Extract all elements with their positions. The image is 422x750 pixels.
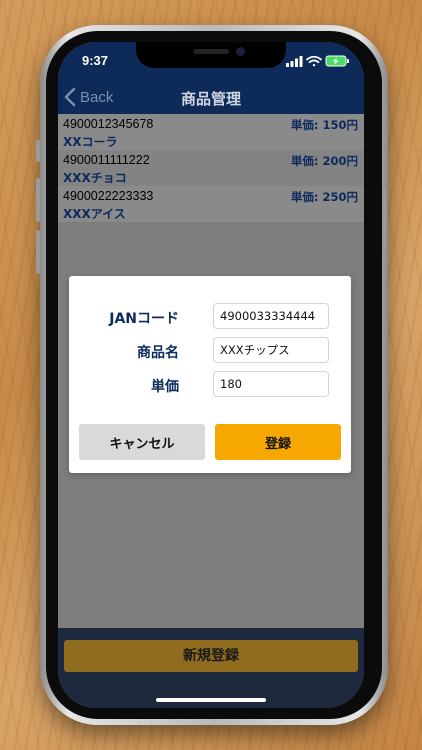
unit-price-input[interactable] bbox=[213, 371, 329, 397]
list-item[interactable]: 4900022223333 XXXアイス 単価: 250円 bbox=[58, 186, 364, 222]
unit-price-label: 単価 bbox=[151, 379, 179, 395]
navigation-bar: Back 商品管理 bbox=[58, 80, 364, 114]
power-button bbox=[382, 188, 386, 252]
product-entry-dialog: JANコード 商品名 単価 キャンセル 登録 bbox=[69, 276, 351, 473]
product-jan: 4900022223333 bbox=[63, 189, 154, 203]
status-icons bbox=[286, 53, 350, 67]
product-jan: 4900011111222 bbox=[63, 153, 150, 167]
wifi-icon bbox=[306, 55, 322, 67]
product-price: 単価: 200円 bbox=[290, 154, 358, 168]
app-screen: 9:37 Back 商品管理 4900012345678 XXコーラ 単価: 1… bbox=[58, 42, 364, 708]
status-time: 9:37 bbox=[82, 53, 109, 68]
list-item[interactable]: 4900012345678 XXコーラ 単価: 150円 bbox=[58, 114, 364, 150]
list-item[interactable]: 4900011111222 XXXチョコ 単価: 200円 bbox=[58, 150, 364, 186]
product-jan: 4900012345678 bbox=[63, 117, 154, 131]
signal-icon bbox=[286, 56, 303, 67]
jan-code-input[interactable] bbox=[213, 303, 329, 329]
jan-code-label: JANコード bbox=[109, 311, 179, 327]
product-price: 単価: 150円 bbox=[290, 118, 358, 132]
register-button[interactable]: 登録 bbox=[215, 424, 341, 460]
volume-up-button bbox=[36, 178, 40, 222]
product-name: XXXチョコ bbox=[63, 171, 127, 185]
notch bbox=[136, 42, 286, 68]
new-register-button[interactable]: 新規登録 bbox=[64, 640, 358, 672]
product-list: 4900012345678 XXコーラ 単価: 150円 49000111112… bbox=[58, 114, 364, 222]
product-price: 単価: 250円 bbox=[290, 190, 358, 204]
cancel-button[interactable]: キャンセル bbox=[79, 424, 205, 460]
speaker-grille bbox=[193, 49, 229, 54]
battery-charging-icon bbox=[325, 55, 349, 67]
mute-switch bbox=[36, 140, 40, 162]
home-indicator[interactable] bbox=[156, 698, 266, 702]
page-title: 商品管理 bbox=[180, 90, 241, 108]
product-name-input[interactable] bbox=[213, 337, 329, 363]
product-name-label: 商品名 bbox=[137, 345, 179, 361]
product-name: XXコーラ bbox=[63, 135, 118, 149]
volume-down-button bbox=[36, 230, 40, 274]
product-name: XXXアイス bbox=[63, 207, 126, 221]
front-camera bbox=[236, 47, 245, 56]
bottom-bar: 新規登録 bbox=[58, 628, 364, 708]
